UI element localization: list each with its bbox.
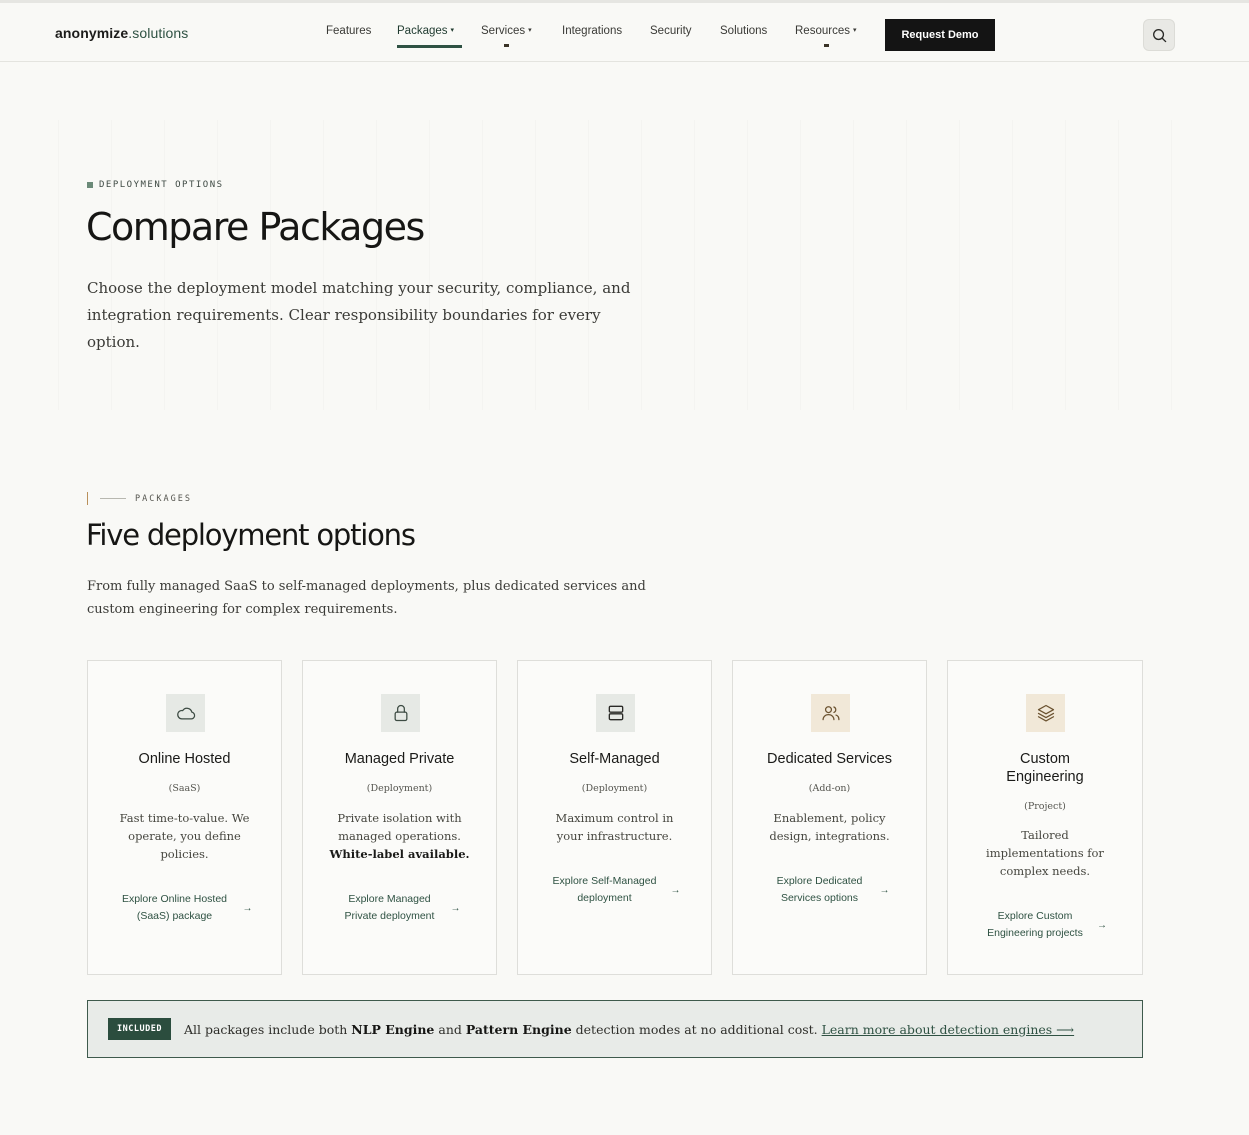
nlp-engine-label: NLP Engine (351, 1021, 435, 1037)
card-link-label: Explore Dedicated Services options (776, 875, 863, 904)
chevron-down-icon: ▾ (528, 27, 532, 34)
card-type: (Deployment) (366, 783, 433, 794)
included-text-2: and (434, 1021, 466, 1037)
card-description: Maximum control in your infrastructure. (555, 811, 674, 843)
arrow-right-icon: → (1097, 919, 1107, 931)
card-icon-box (596, 694, 635, 732)
detection-engines-link[interactable]: Learn more about detection engines ⟶ (822, 1022, 1075, 1037)
card-link-self-managed[interactable]: Explore Self-Managed deployment → (538, 873, 691, 907)
arrow-right-icon: → (450, 902, 461, 914)
card-title: Online Hosted (138, 751, 231, 767)
card-description: Tailored implementations for complex nee… (986, 828, 1104, 878)
included-banner: INCLUDED All packages include both NLP E… (87, 1000, 1143, 1058)
card-link-online-hosted[interactable]: Explore Online Hosted (SaaS) package → (108, 891, 261, 925)
section-eyebrow: PACKAGES (87, 492, 192, 505)
search-button[interactable] (1143, 19, 1175, 51)
server-icon (608, 705, 623, 721)
section-title: Five deployment options (86, 518, 416, 552)
nav-label: Solutions (720, 25, 768, 37)
chevron-down-icon: ▾ (852, 27, 857, 34)
section-eyebrow-label: PACKAGES (135, 493, 192, 504)
nav-label: Packages (397, 25, 448, 37)
search-icon (1152, 28, 1166, 42)
card-title: Dedicated Services (767, 751, 892, 767)
card-link-managed-private[interactable]: Explore Managed Private deployment → (323, 891, 476, 925)
menu-indicator-icon (504, 44, 510, 47)
cloud-icon (176, 707, 195, 720)
arrow-right-icon: → (879, 884, 890, 896)
card-icon-box (1026, 694, 1065, 732)
arrow-right-icon: → (670, 884, 681, 896)
card-title: Self-Managed (569, 751, 660, 767)
included-badge: INCLUDED (108, 1018, 171, 1040)
card-description: Fast time-to-value. We operate, you defi… (119, 811, 250, 861)
card-type: (SaaS) (168, 783, 201, 794)
arrow-right-icon: → (242, 902, 253, 914)
eyebrow-bar (87, 492, 88, 505)
nav-label: Security (650, 25, 692, 37)
included-text-1: All packages include both (183, 1021, 352, 1037)
card-description: Private isolation with managed operation… (329, 809, 470, 863)
lock-icon (394, 704, 407, 722)
nav-item-solutions[interactable]: Solutions (720, 25, 767, 37)
card-link-custom-engineering[interactable]: Explore Custom Engineering projects → (968, 908, 1122, 942)
card-type: (Add-on) (808, 783, 851, 794)
card-title: Custom Engineering (1006, 751, 1084, 785)
package-card-custom-engineering: Custom Engineering (Project) Tailored im… (947, 660, 1143, 975)
card-description: Enablement, policy design, integrations. (769, 811, 890, 843)
nav-item-packages[interactable]: Packages ▾ (397, 25, 454, 37)
hero-eyebrow-label: DEPLOYMENT OPTIONS (99, 180, 224, 190)
users-icon (821, 706, 840, 721)
menu-indicator-icon (823, 44, 829, 47)
nav-item-integrations[interactable]: Integrations (562, 25, 622, 37)
card-icon-box (381, 694, 420, 732)
card-link-label: Explore Managed Private deployment (344, 893, 435, 922)
eyebrow-line (100, 498, 126, 499)
section-subtitle: From fully managed SaaS to self-managed … (87, 579, 646, 617)
package-card-dedicated-services: Dedicated Services (Add-on) Enablement, … (732, 660, 927, 975)
nav-label: Resources (795, 25, 850, 37)
square-bullet-icon (87, 182, 93, 188)
nav-label: Services (481, 25, 526, 37)
card-link-dedicated-services[interactable]: Explore Dedicated Services options → (753, 873, 906, 907)
card-icon-box (811, 694, 850, 732)
nav-label: Integrations (562, 25, 623, 37)
package-card-online-hosted: Online Hosted (SaaS) Fast time-to-value.… (87, 660, 282, 975)
site-logo[interactable]: anonymize.solutions (55, 25, 188, 41)
package-card-self-managed: Self-Managed (Deployment) Maximum contro… (517, 660, 712, 975)
logo-suffix: .solutions (128, 25, 189, 41)
request-demo-button[interactable]: Request Demo (885, 19, 995, 51)
included-text-3: detection modes at no additional cost. (571, 1021, 822, 1037)
package-card-managed-private: Managed Private (Deployment) Private iso… (302, 660, 497, 975)
included-text: All packages include both NLP Engine and… (184, 1022, 1074, 1037)
nav-item-features[interactable]: Features (326, 25, 371, 37)
card-link-label: Explore Custom Engineering projects (987, 910, 1083, 939)
nav-item-resources[interactable]: Resources ▾ (795, 25, 857, 47)
page-title: Compare Packages (86, 205, 425, 249)
card-icon-box (166, 694, 205, 732)
nav-item-services[interactable]: Services ▾ (481, 25, 532, 47)
card-description-bold: White-label available. (329, 847, 470, 861)
card-description-text: Private isolation with managed operation… (337, 811, 462, 843)
card-title: Managed Private (344, 751, 455, 767)
hero-background-grid (58, 120, 1208, 410)
top-navigation-bar: anonymize.solutions Features Packages ▾ S… (0, 0, 1249, 62)
card-link-label: Explore Self-Managed deployment (552, 875, 657, 904)
card-type: (Project) (1024, 801, 1066, 812)
pattern-engine-label: Pattern Engine (465, 1021, 572, 1037)
active-nav-underline (397, 45, 462, 48)
layers-icon (1037, 704, 1054, 722)
nav-item-security[interactable]: Security (650, 25, 692, 37)
card-type: (Deployment) (581, 783, 648, 794)
nav-label: Features (326, 25, 372, 37)
card-link-label: Explore Online Hosted (SaaS) package (121, 893, 228, 922)
hero-subtitle: Choose the deployment model matching you… (87, 279, 631, 351)
hero-eyebrow: DEPLOYMENT OPTIONS (87, 180, 224, 190)
chevron-down-icon: ▾ (450, 27, 455, 34)
logo-main: anonymize (55, 25, 129, 41)
